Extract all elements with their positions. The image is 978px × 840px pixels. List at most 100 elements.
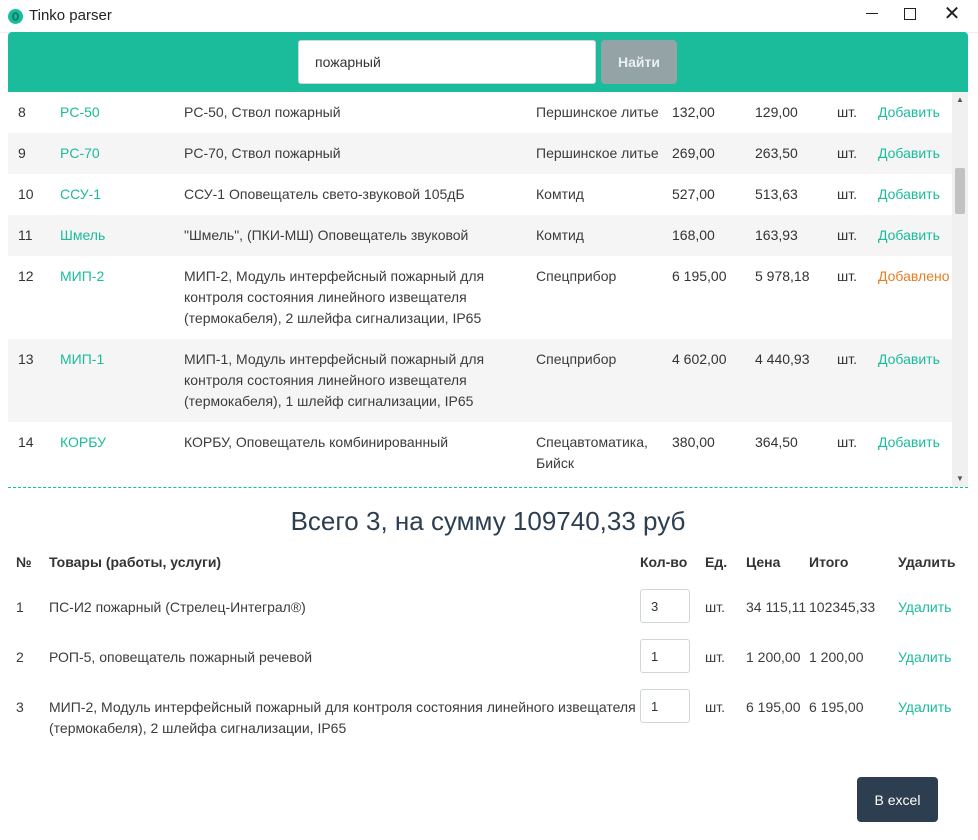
cart-item-price: 6 195,00: [746, 699, 801, 715]
product-num: 8: [18, 104, 26, 120]
product-price-discount: 513,63: [755, 186, 798, 202]
product-price-discount: 163,93: [755, 215, 837, 256]
delete-item-link[interactable]: Удалить: [898, 683, 968, 749]
product-price-discount: 4 440,93: [755, 339, 837, 422]
product-code-link[interactable]: МИП-1: [60, 339, 184, 422]
product-list[interactable]: 8 PC-50 PC-50, Ствол пожарный Першинское ли…: [8, 92, 952, 487]
header-price: Цена: [746, 554, 781, 570]
product-row: 13 МИП-1 МИП-1, Модуль интерфейсный пожарн…: [8, 339, 952, 422]
product-name: МИП-1, Модуль интерфейсный пожарный для …: [184, 339, 536, 422]
product-num: 9: [8, 133, 60, 174]
scroll-up-arrow-icon[interactable]: ▲: [952, 92, 968, 108]
product-row: 11 Шмель "Шмель", (ПКИ-МШ) Оповещатель зву…: [8, 215, 952, 256]
product-code-link[interactable]: PC-70: [60, 133, 184, 174]
quantity-input[interactable]: [640, 589, 690, 623]
product-name: ССУ-1 Оповещатель свето-звуковой 105дБ: [184, 186, 465, 202]
search-input[interactable]: [298, 40, 596, 84]
product-name: PC-70, Ствол пожарный: [184, 133, 536, 174]
search-button[interactable]: Найти: [601, 40, 677, 84]
product-price-discount: 364,50: [755, 434, 798, 450]
add-to-cart-link[interactable]: Добавить: [878, 422, 952, 484]
cart-item-qty-cell: [640, 683, 705, 749]
product-price-discount: 129,00: [755, 104, 798, 120]
maximize-icon: [904, 7, 916, 20]
product-code-link[interactable]: Шмель: [60, 215, 184, 256]
product-maker: Комтид: [536, 186, 584, 202]
product-price-discount: 5 978,18: [755, 268, 810, 284]
cart-item-total: 1 200,00: [809, 649, 864, 665]
cart-table: № Товары (работы, услуги) Кол-во Ед. Цен…: [8, 552, 968, 749]
quantity-input[interactable]: [640, 639, 690, 673]
add-to-cart-link[interactable]: Добавить: [878, 174, 952, 215]
product-maker: Спецавтоматика, Бийск: [536, 434, 648, 471]
product-num: 14: [18, 434, 34, 450]
cart-item-name: РОП-5, оповещатель пожарный речевой: [49, 649, 313, 665]
header-total: Итого: [809, 554, 849, 570]
cart-summary: Всего 3, на сумму 109740,33 руб: [290, 506, 686, 536]
product-unit: шт.: [837, 104, 857, 120]
cart-item-qty-cell: [640, 633, 705, 683]
product-maker: Спецприбор: [536, 268, 617, 284]
cart-item-qty-cell: [640, 583, 705, 633]
search-header: Найти: [8, 32, 968, 92]
product-row: 8 PC-50 PC-50, Ствол пожарный Першинское ли…: [8, 92, 952, 133]
delete-item-link[interactable]: Удалить: [898, 633, 968, 683]
product-code-link[interactable]: ССУ-1: [60, 174, 184, 215]
product-price-retail: 527,00: [672, 186, 715, 202]
product-price-retail: 168,00: [672, 215, 755, 256]
app-logo-icon: [8, 9, 23, 24]
export-excel-button[interactable]: В excel: [857, 777, 938, 822]
close-icon: ✕: [943, 3, 961, 25]
cart-item-num: 1: [16, 599, 24, 615]
window-title: Tinko parser: [29, 7, 112, 24]
add-to-cart-link[interactable]: Добавить: [878, 215, 952, 256]
header-name: Товары (работы, услуги): [49, 554, 222, 570]
header-num: №: [16, 554, 32, 570]
window-titlebar: Tinko parser ✕: [0, 0, 978, 33]
product-unit: шт.: [837, 434, 857, 450]
product-num: 10: [18, 186, 34, 202]
product-row: 12 МИП-2 МИП-2, Модуль интерфейсный пожарн…: [8, 256, 952, 339]
cart-row: 2 РОП-5, оповещатель пожарный речевой шт. 1…: [8, 633, 968, 683]
product-code-link[interactable]: PC-50: [60, 92, 184, 133]
cart-item-name: МИП-2, Модуль интерфейсный пожарный для …: [49, 699, 636, 736]
product-maker: Першинское литье: [536, 104, 659, 120]
product-price-retail: 269,00: [672, 133, 755, 174]
cart-header-row: № Товары (работы, услуги) Кол-во Ед. Цен…: [8, 552, 968, 583]
scroll-down-arrow-icon[interactable]: ▼: [952, 471, 968, 487]
product-row: 14 КОРБУ КОРБУ, Оповещатель комбинированны…: [8, 422, 952, 484]
product-maker: Першинское литье: [536, 133, 672, 174]
product-unit: шт.: [837, 133, 878, 174]
cart-section: № Товары (работы, услуги) Кол-во Ед. Цен…: [8, 552, 968, 749]
product-price-retail: 380,00: [672, 434, 715, 450]
add-to-cart-link[interactable]: Добавить: [878, 133, 952, 174]
cart-item-unit: шт.: [705, 699, 725, 715]
add-to-cart-link[interactable]: Добавлено: [878, 256, 952, 339]
product-unit: шт.: [837, 268, 857, 284]
product-scrollbar[interactable]: ▲ ▼: [952, 92, 968, 487]
product-name: PC-50, Ствол пожарный: [184, 104, 341, 120]
product-code-link[interactable]: МИП-2: [60, 256, 184, 339]
cart-item-price: 34 115,11: [746, 599, 807, 615]
product-unit: шт.: [837, 186, 857, 202]
delete-item-link[interactable]: Удалить: [898, 583, 968, 633]
product-row: 9 PC-70 PC-70, Ствол пожарный Першинское ли…: [8, 133, 952, 174]
product-unit: шт.: [837, 339, 878, 422]
close-button[interactable]: ✕: [932, 0, 972, 30]
cart-item-num: 2: [16, 649, 24, 665]
cart-item-unit: шт.: [705, 649, 725, 665]
cart-item-name: ПС-И2 пожарный (Стрелец-Интеграл®): [49, 599, 306, 615]
product-price-discount: 263,50: [755, 133, 837, 174]
product-num: 11: [8, 215, 60, 256]
section-divider: [8, 487, 968, 488]
scrollbar-thumb[interactable]: [955, 168, 965, 214]
minimize-button[interactable]: [852, 0, 892, 30]
cart-item-num: 3: [16, 699, 24, 715]
maximize-button[interactable]: [890, 0, 930, 30]
product-code-link[interactable]: КОРБУ: [60, 422, 184, 484]
add-to-cart-link[interactable]: Добавить: [878, 339, 952, 422]
product-table: 8 PC-50 PC-50, Ствол пожарный Першинское ли…: [8, 92, 952, 484]
quantity-input[interactable]: [640, 689, 690, 723]
product-unit: шт.: [837, 215, 878, 256]
add-to-cart-link[interactable]: Добавить: [878, 92, 952, 133]
